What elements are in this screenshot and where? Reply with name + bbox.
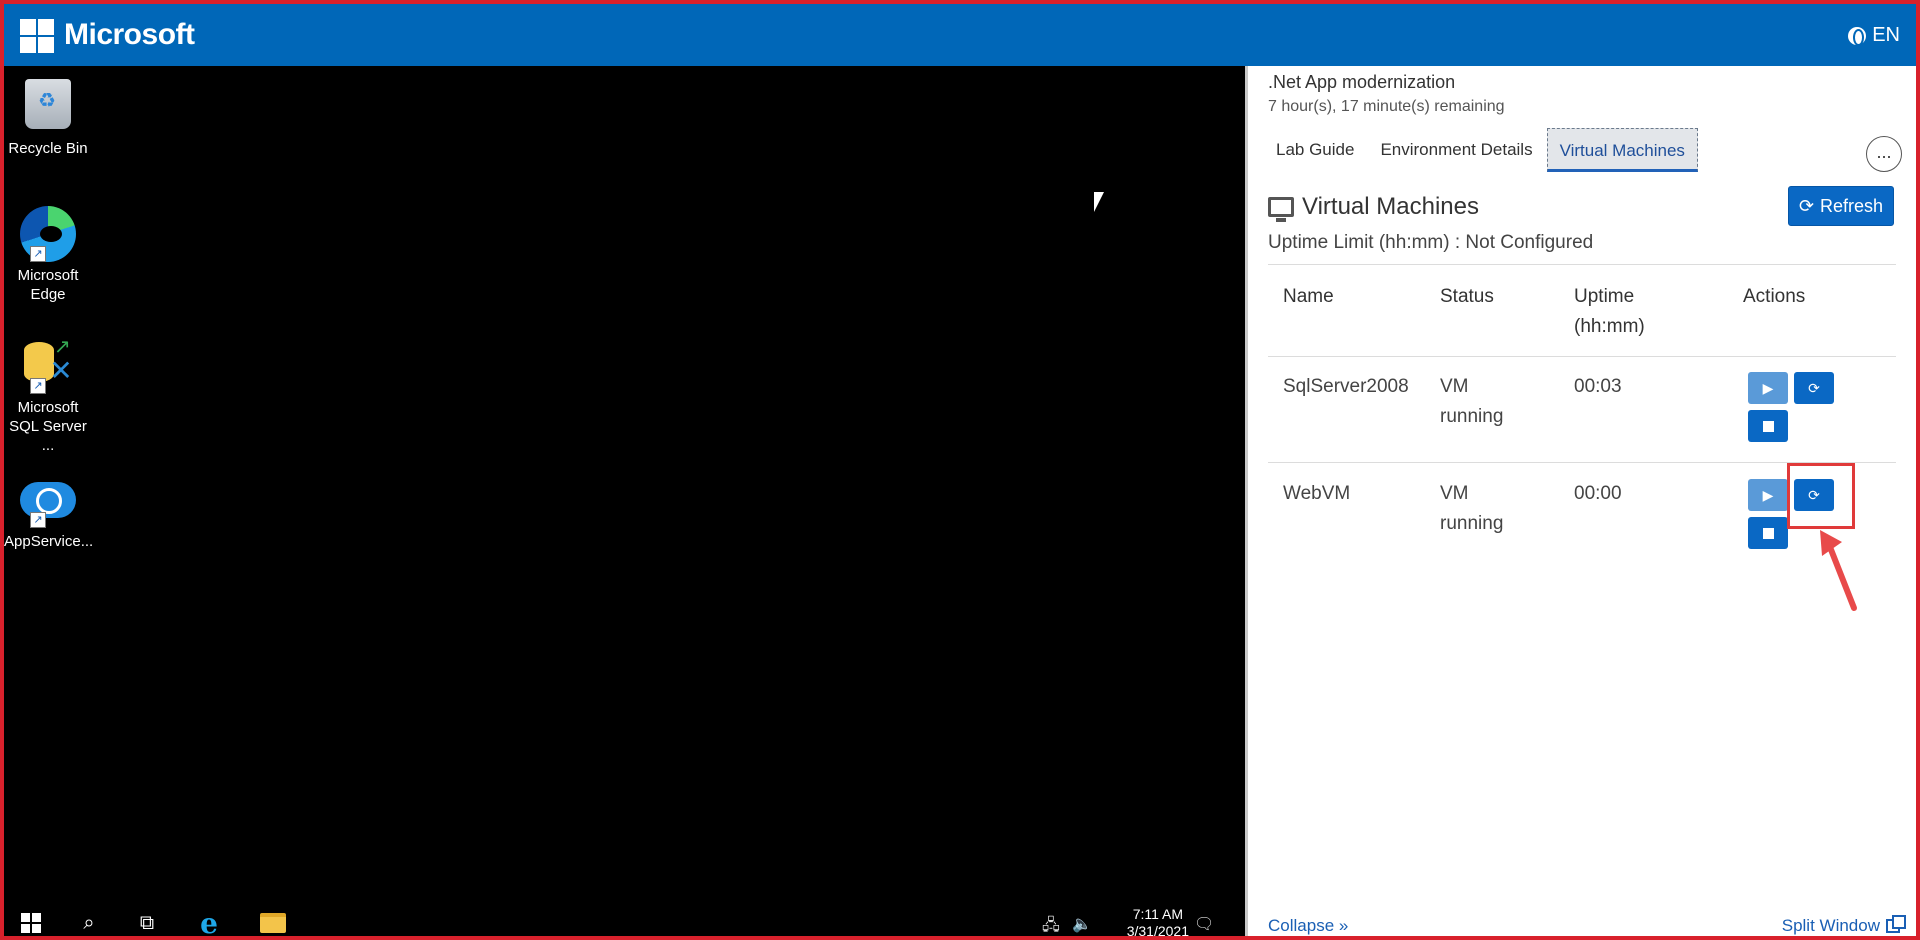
taskbar: ⌕ ⧉ e 🖧 🔈 7:11 AM 3/31/2021 🗨 bbox=[4, 906, 1245, 940]
clock-date: 3/31/2021 bbox=[1126, 923, 1189, 939]
desktop-icon-label: Microsoft SQL Server ... bbox=[9, 399, 87, 454]
refresh-button[interactable]: ⟳ Refresh bbox=[1788, 186, 1894, 226]
desktop-icon-recycle-bin[interactable]: Recycle Bin bbox=[4, 76, 92, 158]
system-clock[interactable]: 7:11 AM 3/31/2021 bbox=[1127, 906, 1189, 940]
file-explorer-button[interactable] bbox=[260, 910, 286, 936]
mouse-cursor-icon bbox=[1094, 192, 1104, 212]
language-selector[interactable]: EN bbox=[1848, 24, 1900, 47]
desktop-icon-app-service[interactable]: ↗ AppService... bbox=[4, 472, 94, 551]
tab-bar: Lab Guide Environment Details Virtual Ma… bbox=[1264, 128, 1700, 176]
divider bbox=[1268, 462, 1896, 463]
start-vm-button[interactable]: ▶ bbox=[1748, 479, 1788, 511]
vm-uptime: 00:00 bbox=[1574, 483, 1622, 504]
restart-icon: ⟳ bbox=[1808, 486, 1820, 503]
app-service-icon bbox=[20, 472, 76, 528]
volume-muted-icon[interactable]: 🔈 bbox=[1072, 914, 1092, 934]
lab-panel: .Net App modernization 7 hour(s), 17 min… bbox=[1245, 66, 1920, 940]
refresh-label: Refresh bbox=[1820, 195, 1884, 216]
clock-time: 7:11 AM bbox=[1132, 906, 1184, 922]
vm-section-title: Virtual Machines bbox=[1302, 193, 1479, 220]
uptime-limit: Uptime Limit (hh:mm) : Not Configured bbox=[1268, 232, 1594, 253]
brand-name: Microsoft bbox=[64, 18, 195, 51]
tab-virtual-machines[interactable]: Virtual Machines bbox=[1546, 128, 1698, 172]
shortcut-arrow-icon: ↗ bbox=[30, 512, 46, 528]
action-center-icon[interactable]: 🗨 bbox=[1194, 914, 1214, 934]
stop-vm-button[interactable] bbox=[1748, 517, 1788, 549]
restart-vm-button[interactable]: ⟳ bbox=[1794, 479, 1834, 511]
desktop-icon-edge[interactable]: ↗ Microsoft Edge bbox=[4, 206, 92, 304]
language-label: EN bbox=[1872, 24, 1900, 46]
monitor-icon bbox=[1268, 197, 1294, 222]
remote-desktop[interactable]: Recycle Bin ↗ Microsoft Edge ↗✕↗ Microso… bbox=[4, 66, 1245, 906]
column-header-uptime: Uptime (hh:mm) bbox=[1574, 286, 1645, 337]
restart-icon: ⟳ bbox=[1808, 379, 1820, 396]
vm-section-header: Virtual Machines bbox=[1268, 193, 1479, 222]
microsoft-logo-icon bbox=[20, 19, 54, 53]
start-button[interactable] bbox=[18, 910, 44, 936]
start-vm-button[interactable]: ▶ bbox=[1748, 372, 1788, 404]
vm-status: VM running bbox=[1440, 376, 1504, 427]
column-header-actions: Actions bbox=[1743, 286, 1806, 307]
network-icon[interactable]: 🖧 bbox=[1042, 914, 1060, 940]
split-window-icon bbox=[1886, 915, 1906, 933]
column-header-name: Name bbox=[1283, 286, 1334, 307]
task-view-icon[interactable]: ⧉ bbox=[134, 910, 160, 936]
collapse-link[interactable]: Collapse » bbox=[1268, 916, 1348, 936]
globe-icon bbox=[1848, 26, 1867, 46]
edge-icon bbox=[20, 206, 76, 262]
desktop-icon-label: Recycle Bin bbox=[8, 140, 88, 157]
lab-title: .Net App modernization bbox=[1268, 72, 1456, 92]
top-bar: Microsoft EN bbox=[0, 0, 1920, 66]
time-remaining: 7 hour(s), 17 minute(s) remaining bbox=[1268, 98, 1505, 115]
split-window-label: Split Window bbox=[1781, 916, 1880, 935]
vm-name: SqlServer2008 bbox=[1283, 376, 1409, 397]
desktop-icon-label: AppService... bbox=[4, 533, 94, 550]
vm-status: VM running bbox=[1440, 483, 1504, 534]
vm-name: WebVM bbox=[1283, 483, 1351, 504]
column-header-status: Status bbox=[1440, 286, 1494, 307]
play-icon: ▶ bbox=[1762, 379, 1774, 396]
split-window-link[interactable]: Split Window bbox=[1781, 915, 1906, 936]
vm-uptime: 00:03 bbox=[1574, 376, 1622, 397]
refresh-icon: ⟳ bbox=[1798, 195, 1815, 216]
tab-lab-guide[interactable]: Lab Guide bbox=[1264, 128, 1366, 172]
divider bbox=[1268, 264, 1896, 265]
stop-icon bbox=[1762, 527, 1774, 539]
stop-icon bbox=[1762, 420, 1774, 432]
windows-start-icon bbox=[21, 913, 41, 933]
shortcut-arrow-icon: ↗ bbox=[30, 246, 46, 262]
desktop-icon-label: Microsoft Edge bbox=[17, 267, 79, 303]
play-icon: ▶ bbox=[1762, 486, 1774, 503]
more-options-button[interactable]: ... bbox=[1866, 136, 1902, 172]
divider bbox=[1268, 356, 1896, 357]
folder-icon bbox=[260, 913, 286, 933]
search-icon[interactable]: ⌕ bbox=[76, 910, 102, 936]
shortcut-arrow-icon: ↗ bbox=[30, 378, 46, 394]
stop-vm-button[interactable] bbox=[1748, 410, 1788, 442]
sql-server-icon: ↗ ✕ bbox=[20, 337, 76, 394]
tab-environment-details[interactable]: Environment Details bbox=[1368, 128, 1544, 172]
internet-explorer-icon[interactable]: e bbox=[196, 907, 222, 940]
restart-vm-button[interactable]: ⟳ bbox=[1794, 372, 1834, 404]
recycle-bin-icon bbox=[25, 79, 71, 129]
desktop-icon-sql-server[interactable]: ↗ ✕ ↗ Microsoft SQL Server ... bbox=[4, 337, 92, 455]
